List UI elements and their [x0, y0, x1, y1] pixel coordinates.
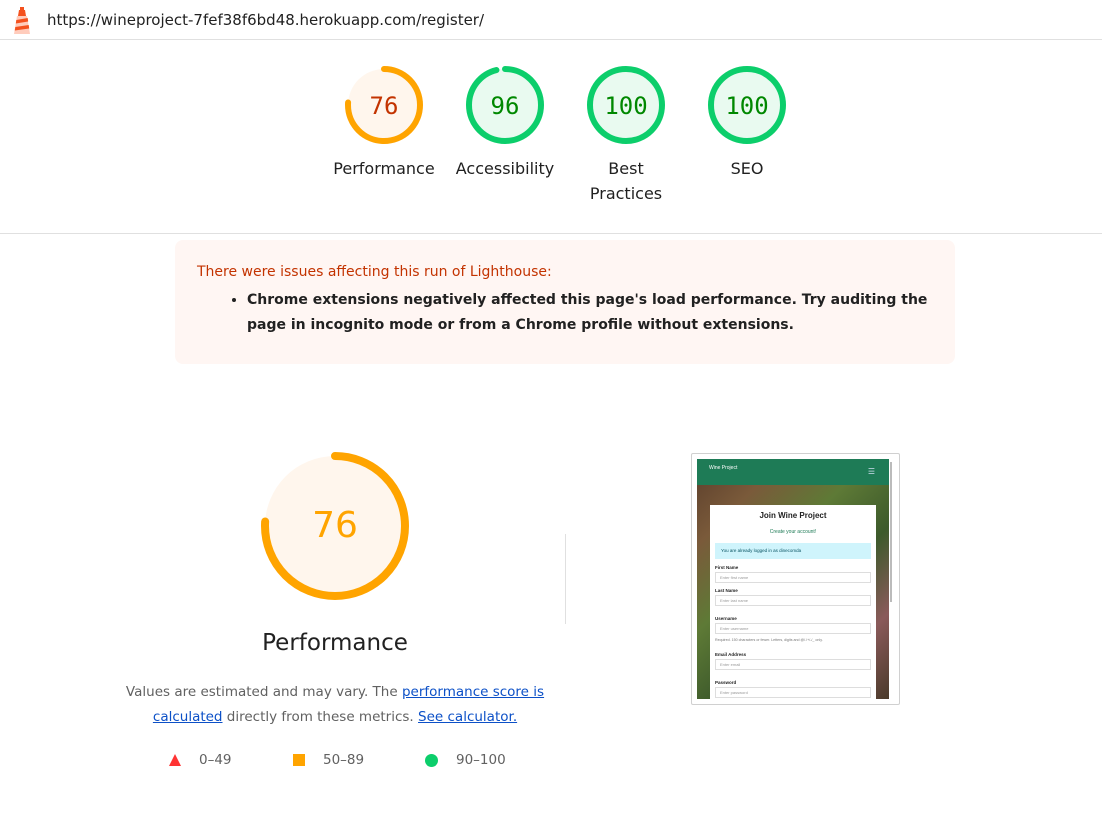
- legend-fail: 0–49: [169, 752, 232, 768]
- gauge-accessibility[interactable]: 96 Accessibility: [450, 62, 560, 181]
- thumb-field-input: Enter first name: [715, 572, 871, 583]
- gauge-best-practices[interactable]: 100 Best Practices: [571, 62, 681, 206]
- gauge-label: Best Practices: [589, 159, 663, 203]
- thumb-field-label: First Name: [715, 565, 739, 570]
- legend-pass: 90–100: [425, 752, 506, 768]
- gauge-label: Accessibility: [455, 159, 555, 178]
- thumb-field-label: Last Name: [715, 588, 738, 593]
- performance-gauge: 76: [261, 452, 409, 600]
- legend-average-range: 50–89: [323, 752, 365, 768]
- thumb-title: Join Wine Project: [759, 511, 827, 520]
- warning-item: Chrome extensions negatively affected th…: [247, 288, 933, 338]
- warning-title: There were issues affecting this run of …: [197, 264, 552, 280]
- desc-middle: directly from these metrics.: [222, 709, 414, 725]
- thumb-field-label: Email Address: [715, 652, 747, 657]
- gauge-seo[interactable]: 100 SEO: [692, 62, 802, 181]
- circle-icon: [425, 753, 438, 767]
- gauge-score: 100: [604, 92, 647, 120]
- legend-fail-range: 0–49: [199, 752, 232, 768]
- gauge-ring: 100: [708, 66, 786, 144]
- thumb-navbar: Wine Project ☰: [697, 459, 889, 485]
- gauge-performance[interactable]: 76 Performance: [329, 62, 439, 181]
- thumb-field-label: Password: [715, 680, 737, 685]
- gauge-ring: 76: [345, 66, 423, 144]
- thumb-field-input: Enter email: [715, 659, 871, 670]
- gauge-score: 100: [725, 92, 768, 120]
- desc-prefix: Values are estimated and may vary. The: [125, 684, 402, 700]
- performance-description: Values are estimated and may vary. The p…: [120, 680, 550, 730]
- performance-score: 76: [312, 505, 358, 546]
- warning-list: Chrome extensions negatively affected th…: [197, 288, 933, 338]
- lighthouse-icon: [14, 7, 30, 34]
- thumb-scrollbar: [890, 462, 892, 602]
- thumb-brand: Wine Project: [709, 465, 738, 471]
- gauge-ring: 100: [587, 66, 665, 144]
- gauge-score: 76: [370, 92, 399, 120]
- gauge-score: 96: [491, 92, 520, 120]
- page-url[interactable]: https://wineproject-7fef38f6bd48.herokua…: [47, 11, 484, 29]
- gauge-label: Performance: [333, 159, 435, 178]
- run-warnings: There were issues affecting this run of …: [175, 240, 955, 364]
- screenshot-page: Wine Project ☰ Join Wine Project Create …: [697, 459, 889, 699]
- see-calculator-link[interactable]: See calculator.: [418, 709, 517, 725]
- gauge-label: SEO: [730, 159, 764, 178]
- url-bar: https://wineproject-7fef38f6bd48.herokua…: [0, 0, 1102, 40]
- thumb-field-input: Enter username: [715, 623, 871, 634]
- thumb-register-card: Join Wine Project Create your account! Y…: [710, 505, 876, 699]
- header-divider: [0, 233, 1102, 234]
- gauge-ring: 96: [466, 66, 544, 144]
- final-screenshot[interactable]: Wine Project ☰ Join Wine Project Create …: [691, 453, 900, 705]
- performance-title: Performance: [262, 630, 408, 656]
- thumb-alert: You are already logged in as dinecomda: [715, 543, 871, 559]
- legend-pass-range: 90–100: [456, 752, 506, 768]
- hamburger-icon: ☰: [867, 467, 875, 476]
- triangle-icon: [169, 754, 181, 766]
- thumb-help-text: Required. 150 characters or fewer. Lette…: [715, 638, 823, 642]
- thumb-subtitle: Create your account!: [769, 529, 817, 535]
- thumb-field-label: Username: [715, 616, 737, 621]
- thumb-field-input: Enter last name: [715, 595, 871, 606]
- legend-average: 50–89: [293, 752, 364, 768]
- section-divider: [565, 534, 566, 624]
- thumb-field-input: Enter password: [715, 687, 871, 698]
- square-icon: [293, 754, 305, 766]
